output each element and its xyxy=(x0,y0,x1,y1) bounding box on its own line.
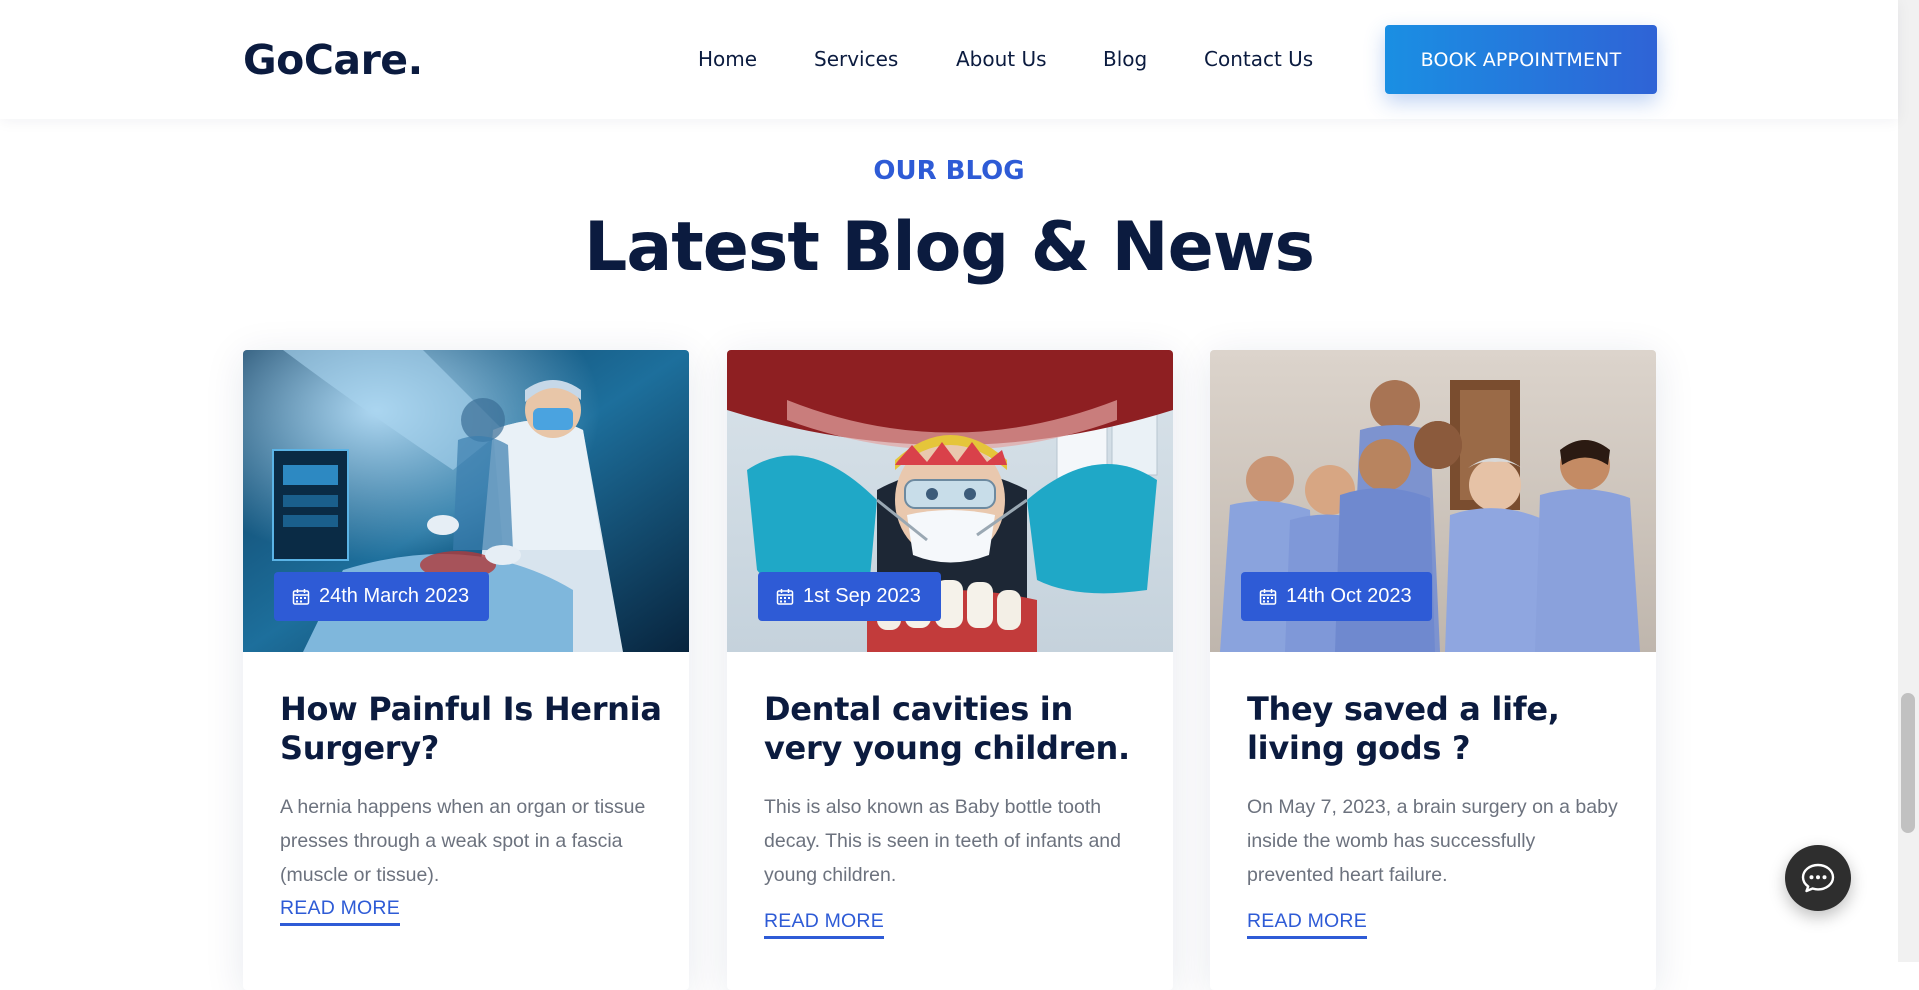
date-badge: 24th March 2023 xyxy=(274,572,490,621)
calendar-icon xyxy=(776,588,794,605)
post-date: 14th Oct 2023 xyxy=(1286,585,1412,607)
post-title[interactable]: They saved a life, living gods ? xyxy=(1247,690,1637,768)
nav-services[interactable]: Services xyxy=(814,44,898,74)
post-title[interactable]: Dental cavities in very young children. xyxy=(764,690,1154,768)
nav-contact-us[interactable]: Contact Us xyxy=(1204,44,1313,74)
section-title: Latest Blog & News xyxy=(584,208,1315,287)
read-more-link[interactable]: READ MORE xyxy=(280,895,400,926)
date-badge: 1st Sep 2023 xyxy=(758,572,941,621)
chat-button[interactable] xyxy=(1785,845,1851,911)
post-date: 24th March 2023 xyxy=(319,585,470,607)
calendar-icon xyxy=(1259,588,1277,605)
post-date: 1st Sep 2023 xyxy=(803,585,921,607)
section-eyebrow: OUR BLOG xyxy=(873,156,1025,186)
blog-card: 24th March 2023 How Painful Is Hernia Su… xyxy=(243,350,689,990)
logo[interactable]: GoCare. xyxy=(243,34,423,86)
nav-about-us[interactable]: About Us xyxy=(956,44,1047,74)
blog-card: 1st Sep 2023 Dental cavities in very you… xyxy=(727,350,1173,990)
scrollbar-thumb[interactable] xyxy=(1901,693,1915,833)
read-more-link[interactable]: READ MORE xyxy=(764,908,884,939)
blog-card-image[interactable]: 1st Sep 2023 xyxy=(727,350,1173,652)
blog-card-image[interactable]: 14th Oct 2023 xyxy=(1210,350,1656,652)
date-badge: 14th Oct 2023 xyxy=(1241,572,1432,621)
calendar-icon xyxy=(292,588,310,605)
nav-blog[interactable]: Blog xyxy=(1103,44,1147,74)
post-excerpt: This is also known as Baby bottle tooth … xyxy=(764,796,1121,886)
chat-bubble-icon xyxy=(1801,863,1835,893)
blog-card: 14th Oct 2023 They saved a life, living … xyxy=(1210,350,1656,990)
blog-card-image[interactable]: 24th March 2023 xyxy=(243,350,689,652)
site-header: GoCare. Home Services About Us Blog Cont… xyxy=(0,0,1898,119)
post-excerpt: A hernia happens when an organ or tissue… xyxy=(280,796,646,886)
read-more-link[interactable]: READ MORE xyxy=(1247,908,1367,939)
post-title[interactable]: How Painful Is Hernia Surgery? xyxy=(280,690,670,768)
nav-home[interactable]: Home xyxy=(698,44,757,74)
book-appointment-button[interactable]: BOOK APPOINTMENT xyxy=(1385,25,1657,94)
post-excerpt: On May 7, 2023, a brain surgery on a bab… xyxy=(1247,796,1618,886)
